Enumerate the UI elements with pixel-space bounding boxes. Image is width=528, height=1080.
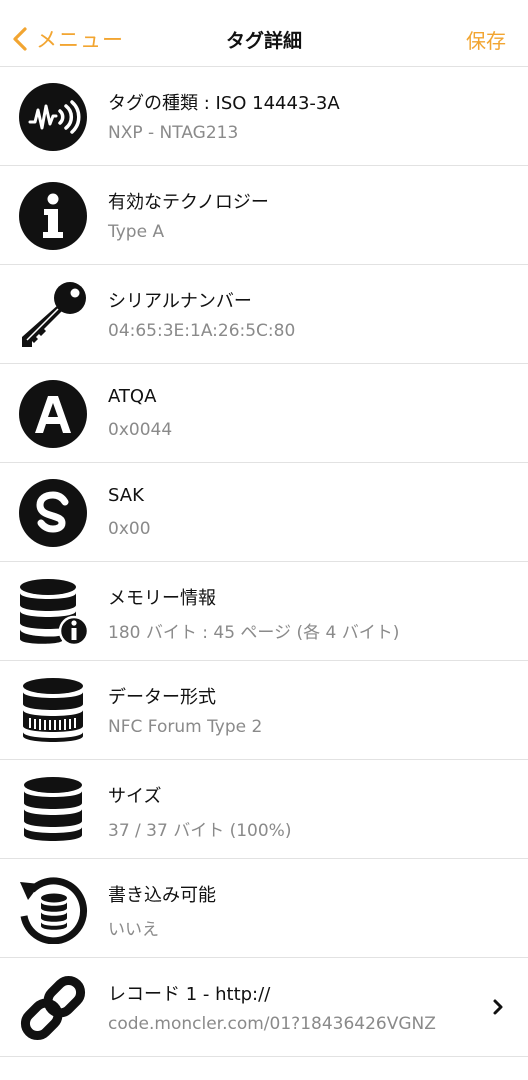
row-subtitle: code.moncler.com/01?18436426VGNZ	[108, 1014, 436, 1034]
row-subtitle: 0x00	[108, 519, 151, 539]
row-subtitle: 04:65:3E:1A:26:5C:80	[108, 321, 296, 341]
row-subtitle: 0x0044	[108, 420, 173, 440]
row-subtitle: Type A	[108, 222, 165, 242]
link-icon	[18, 973, 88, 1043]
page-title: タグ詳細	[225, 30, 302, 52]
database-info-icon	[18, 577, 88, 647]
database-refresh-icon	[18, 874, 88, 944]
list-item-technology[interactable]: 有効なテクノロジー Type A	[0, 166, 528, 265]
row-subtitle: 180 バイト : 45 ページ (各 4 バイト)	[108, 623, 400, 643]
list-item-size[interactable]: サイズ 37 / 37 バイト (100%)	[0, 760, 528, 859]
row-subtitle: 37 / 37 バイト (100%)	[108, 821, 292, 841]
info-icon	[18, 181, 88, 251]
list-item-data-format[interactable]: データー形式 NFC Forum Type 2	[0, 661, 528, 760]
list-item-tag-type[interactable]: タグの種類 : ISO 14443-3A NXP - NTAG213	[0, 67, 528, 166]
row-title: サイズ	[108, 786, 162, 807]
letter-a-icon	[18, 379, 88, 449]
save-button[interactable]: 保存	[466, 25, 506, 54]
row-subtitle: NFC Forum Type 2	[108, 717, 263, 737]
navigation-bar: メニュー タグ詳細 保存	[0, 0, 528, 67]
database-format-icon	[18, 676, 88, 746]
row-title: データー形式	[108, 687, 216, 708]
database-icon	[18, 775, 88, 845]
list-item-memory-info[interactable]: メモリー情報 180 バイト : 45 ページ (各 4 バイト)	[0, 562, 528, 661]
row-subtitle: NXP - NTAG213	[108, 123, 239, 143]
row-title: SAK	[108, 485, 144, 506]
list-item-atqa[interactable]: ATQA 0x0044	[0, 364, 528, 463]
letter-s-icon	[18, 478, 88, 548]
row-subtitle: いいえ	[108, 920, 159, 940]
row-title: タグの種類 : ISO 14443-3A	[108, 93, 340, 114]
list-item-writable[interactable]: 書き込み可能 いいえ	[0, 859, 528, 958]
row-title: 書き込み可能	[108, 885, 216, 906]
row-title: シリアルナンバー	[108, 291, 252, 312]
list-item-record-1[interactable]: レコード 1 - http:// code.moncler.com/01?184…	[0, 958, 528, 1057]
list-item-sak[interactable]: SAK 0x00	[0, 463, 528, 562]
chevron-right-icon	[493, 999, 503, 1015]
list-item-serial-number[interactable]: シリアルナンバー 04:65:3E:1A:26:5C:80	[0, 265, 528, 364]
row-title: レコード 1 - http://	[108, 984, 271, 1005]
row-title: 有効なテクノロジー	[108, 192, 269, 213]
key-icon	[18, 280, 88, 350]
row-title: メモリー情報	[108, 588, 216, 609]
tag-detail-list: タグの種類 : ISO 14443-3A NXP - NTAG213 有効なテク…	[0, 67, 528, 1057]
row-title: ATQA	[108, 386, 157, 407]
nfc-tag-icon	[18, 82, 88, 152]
